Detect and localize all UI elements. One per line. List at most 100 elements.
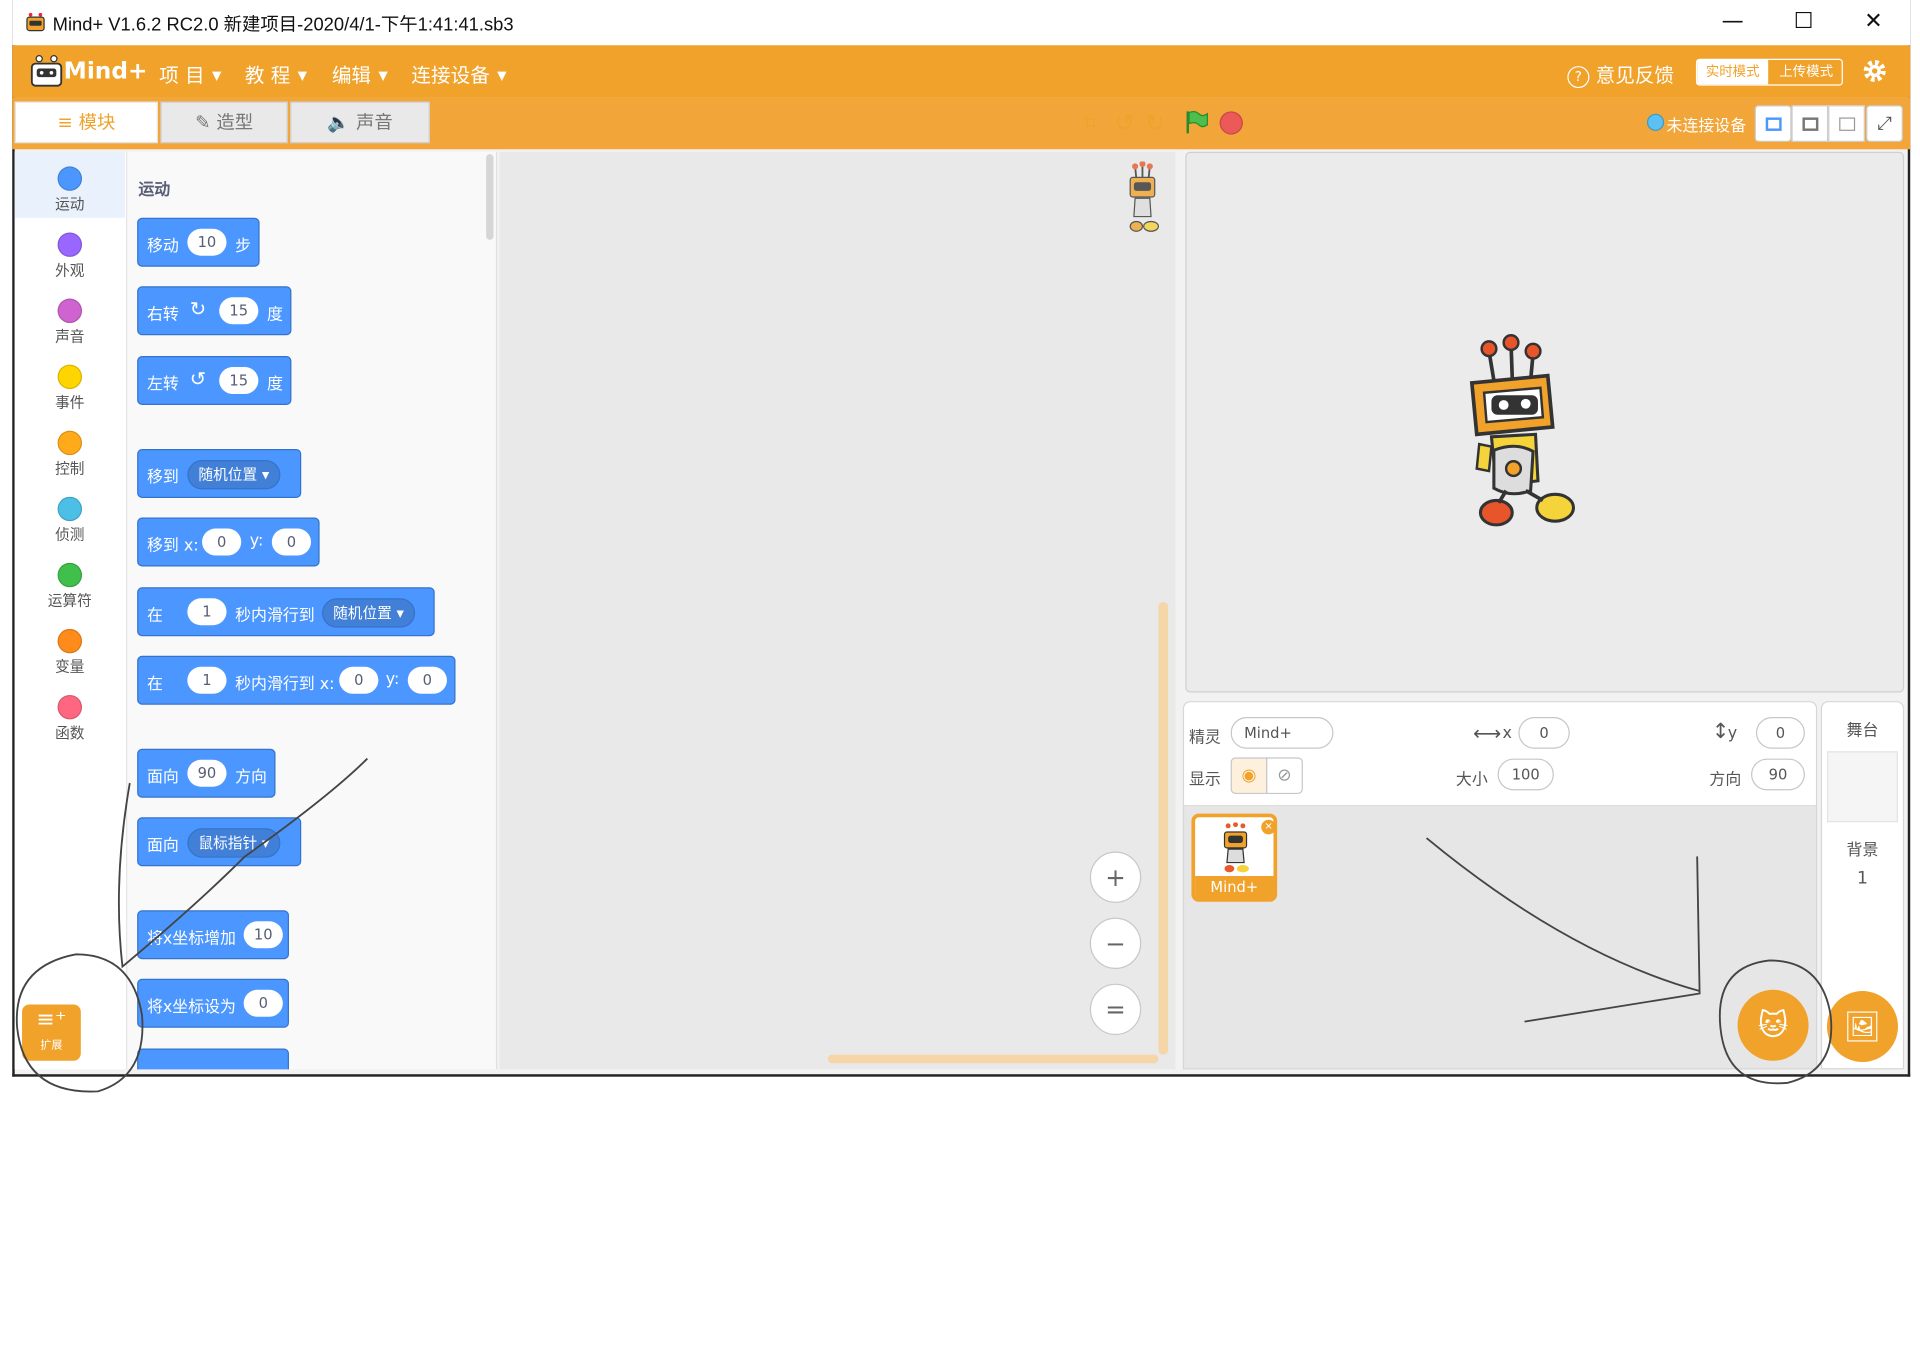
fullscreen-icon[interactable]: ⤢	[1866, 105, 1903, 142]
category-label: 函数	[55, 724, 85, 742]
category-functions[interactable]: 函数	[15, 688, 125, 754]
rotate-right-icon: ↻	[189, 297, 207, 321]
mode-switch[interactable]: 实时模式 上传模式	[1695, 58, 1843, 86]
direction-input[interactable]: 90	[1751, 758, 1805, 791]
block-input[interactable]: 0	[202, 528, 242, 556]
block-input[interactable]: 15	[219, 297, 259, 325]
zoom-out-button[interactable]: −	[1089, 917, 1142, 970]
size-input[interactable]: 100	[1497, 758, 1554, 791]
zoom-in-button[interactable]: +	[1089, 851, 1142, 903]
x-input[interactable]: 0	[1518, 716, 1570, 749]
block-label: y:	[249, 532, 264, 551]
layout-small-stage-button[interactable]	[1754, 105, 1792, 142]
block-partial[interactable]	[137, 1048, 289, 1070]
mode-realtime[interactable]: 实时模式	[1697, 59, 1769, 85]
block-input[interactable]: 10	[243, 921, 283, 949]
block-goto-xy[interactable]: 移到 x: 0 y: 0	[137, 517, 320, 567]
block-dropdown[interactable]: 随机位置 ▾	[187, 460, 281, 490]
block-turn-left[interactable]: 左转 ↺ 15 度	[137, 356, 292, 405]
tab-blocks[interactable]: ≡ 模块	[14, 101, 158, 144]
extension-button[interactable]: ≡⁺ 扩展	[22, 1004, 81, 1061]
layout-large-stage-button[interactable]	[1828, 105, 1865, 142]
zoom-reset-button[interactable]: =	[1089, 983, 1142, 1036]
category-motion[interactable]: 运动	[15, 159, 125, 225]
block-input[interactable]: 1	[187, 598, 227, 626]
block-input[interactable]: 1	[187, 666, 227, 694]
workspace-vscrollbar[interactable]	[1158, 601, 1169, 1055]
mode-upload[interactable]: 上传模式	[1771, 60, 1842, 84]
category-control[interactable]: 控制	[15, 423, 125, 489]
block-set-x[interactable]: 将x坐标设为 0	[137, 978, 289, 1028]
category-sound[interactable]: 声音	[15, 291, 125, 357]
menu-edit[interactable]: 编辑 ▼	[332, 59, 388, 88]
sprite-tile[interactable]: ✕ Mind+	[1191, 813, 1278, 902]
category-sensing[interactable]: 侦测	[15, 489, 125, 555]
code-workspace[interactable]: + − =	[499, 151, 1176, 1070]
connection-status: 未连接设备	[1666, 117, 1747, 136]
dropdown-value: 鼠标指针	[198, 834, 258, 852]
stage[interactable]	[1185, 151, 1905, 693]
layout-normal-stage-button[interactable]	[1791, 105, 1829, 142]
robot-logo-icon	[30, 55, 63, 87]
block-label: 度	[266, 375, 283, 394]
show-visible-button[interactable]: ◉	[1230, 757, 1268, 795]
menu-tutorial[interactable]: 教 程 ▼	[245, 59, 307, 88]
add-sprite-button[interactable]: 🐱	[1737, 989, 1809, 1061]
block-input[interactable]: 10	[187, 228, 227, 256]
block-point-towards[interactable]: 面向 鼠标指针 ▾	[137, 817, 302, 867]
block-move-steps[interactable]: 移动 10 步	[137, 217, 260, 267]
show-hidden-button[interactable]: ⊘	[1266, 757, 1303, 795]
menu-connect-device[interactable]: 连接设备 ▼	[411, 59, 506, 88]
block-input[interactable]: 0	[407, 666, 447, 694]
gear-icon[interactable]	[1861, 58, 1888, 85]
direction-label: 方向	[1709, 770, 1742, 790]
workspace-hscrollbar[interactable]	[827, 1054, 1159, 1064]
feedback-button[interactable]: ? 意见反馈	[1567, 59, 1674, 88]
mindplus-robot-sprite[interactable]	[1462, 334, 1584, 542]
block-point-direction[interactable]: 面向 90 方向	[137, 748, 276, 798]
backdrop-thumbnail[interactable]	[1826, 751, 1898, 823]
block-glide-xy[interactable]: 在 1 秒内滑行到 x: 0 y: 0	[137, 655, 456, 705]
maximize-button[interactable]: ☐	[1779, 7, 1828, 36]
connection-status-icon	[1646, 113, 1665, 131]
category-dot	[57, 430, 83, 456]
logo[interactable]: Mind+	[29, 54, 148, 91]
category-variables[interactable]: 变量	[15, 622, 125, 688]
block-dropdown[interactable]: 鼠标指针 ▾	[187, 828, 281, 858]
crop-icon[interactable]: ⌗	[1084, 109, 1111, 136]
block-glide[interactable]: 在 1 秒内滑行到 随机位置 ▾	[137, 587, 435, 637]
palette-scrollbar[interactable]	[486, 154, 494, 240]
category-dot	[57, 232, 83, 257]
block-input[interactable]: 0	[339, 666, 379, 694]
category-events[interactable]: 事件	[15, 357, 125, 423]
block-dropdown[interactable]: 随机位置 ▾	[322, 598, 415, 628]
redo-icon[interactable]: ↻	[1145, 109, 1172, 136]
stop-icon[interactable]	[1219, 111, 1243, 135]
feedback-label: 意见反馈	[1595, 63, 1675, 87]
green-flag-icon[interactable]	[1183, 109, 1210, 136]
app-icon	[26, 12, 45, 32]
close-button[interactable]: ✕	[1849, 7, 1898, 36]
stage-selector[interactable]: 舞台 背景 1 🖼	[1820, 701, 1905, 1070]
chevron-down-icon: ▼	[378, 69, 388, 84]
block-input[interactable]: 15	[219, 367, 259, 394]
undo-icon[interactable]: ↺	[1114, 109, 1141, 136]
category-operators[interactable]: 运算符	[15, 555, 125, 621]
block-turn-right[interactable]: 右转 ↻ 15 度	[137, 286, 292, 336]
block-input[interactable]: 0	[271, 528, 312, 556]
menu-project[interactable]: 项 目 ▼	[159, 59, 221, 88]
add-backdrop-button[interactable]: 🖼	[1826, 991, 1898, 1062]
y-input[interactable]: 0	[1755, 716, 1805, 749]
block-label: 左转	[146, 375, 179, 394]
block-change-x[interactable]: 将x坐标增加 10	[137, 910, 289, 960]
minimize-button[interactable]: —	[1708, 7, 1757, 36]
tab-sounds[interactable]: 🔈 声音	[290, 101, 430, 144]
block-goto[interactable]: 移到 随机位置 ▾	[137, 449, 302, 498]
category-looks[interactable]: 外观	[15, 225, 125, 291]
sprite-name-input[interactable]: Mind+	[1230, 716, 1334, 749]
palette-section-title: 运动	[138, 181, 171, 200]
block-input[interactable]: 0	[243, 989, 283, 1017]
delete-sprite-icon[interactable]: ✕	[1261, 819, 1276, 835]
block-input[interactable]: 90	[187, 759, 227, 787]
tab-costumes[interactable]: ✎ 造型	[160, 101, 288, 144]
